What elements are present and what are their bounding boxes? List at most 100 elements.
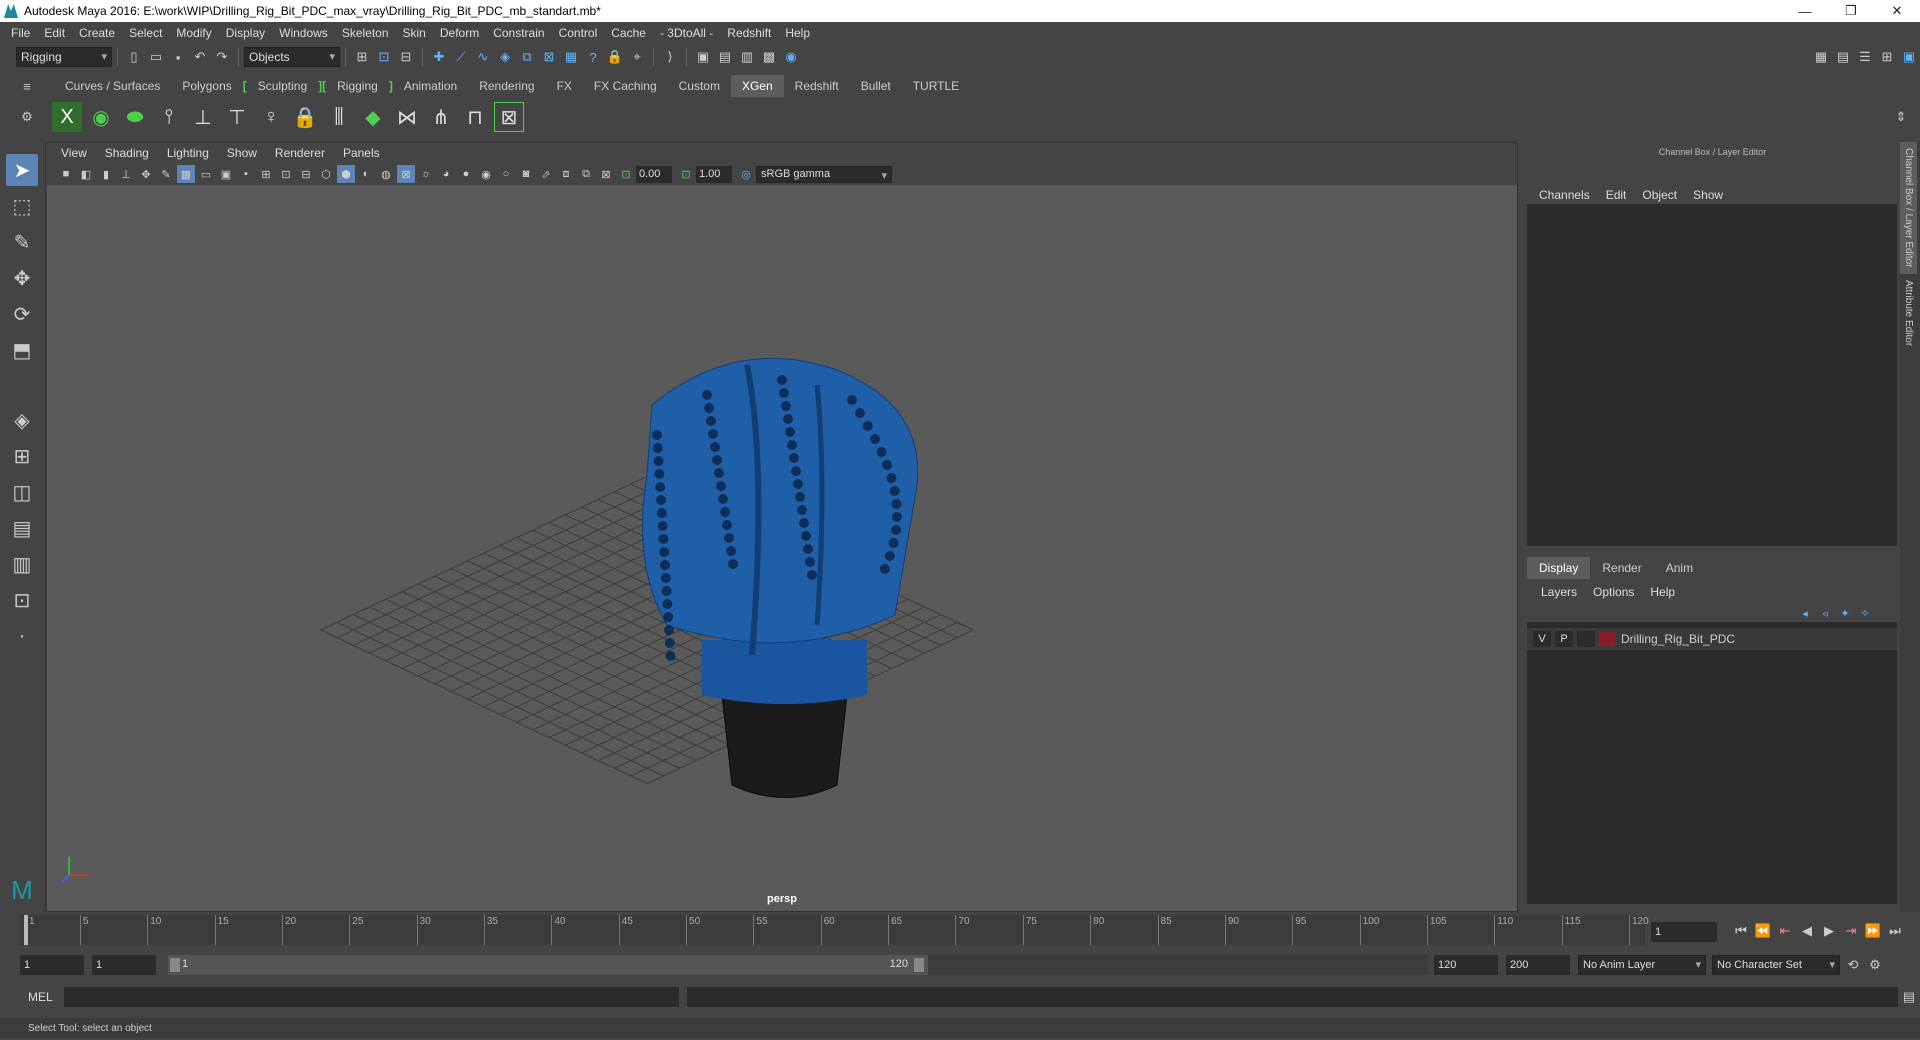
menu-deform[interactable]: Deform: [433, 26, 486, 40]
maximize-button[interactable]: ❐: [1828, 0, 1874, 22]
depth-of-field-icon[interactable]: ◙: [517, 165, 535, 183]
xray-components-icon[interactable]: ⊠: [597, 165, 615, 183]
tab-fx[interactable]: FX: [546, 75, 583, 97]
range-bar[interactable]: 1 120: [168, 955, 928, 975]
outliner-toggle-icon[interactable]: ▤: [1834, 48, 1852, 66]
step-forward-key-icon[interactable]: ⏩: [1864, 922, 1882, 940]
xgen-editor-icon[interactable]: X: [52, 102, 82, 132]
resolution-gate-icon[interactable]: ▣: [217, 165, 235, 183]
layer-playback-toggle[interactable]: P: [1555, 631, 1573, 647]
new-layer-selected-icon[interactable]: ✧: [1856, 604, 1874, 622]
hypershade-icon[interactable]: ◉: [782, 48, 800, 66]
xgen-preview-icon[interactable]: ◉: [86, 102, 116, 132]
snap-point-icon[interactable]: ∿: [474, 48, 492, 66]
menu-constrain[interactable]: Constrain: [486, 26, 551, 40]
viewport-menu-panels[interactable]: Panels: [334, 146, 389, 160]
attribute-editor-toggle-icon[interactable]: ☰: [1856, 48, 1874, 66]
play-forwards-icon[interactable]: ▶: [1820, 922, 1838, 940]
tab-curves-surfaces[interactable]: Curves / Surfaces: [54, 75, 171, 97]
menu-edit[interactable]: Edit: [37, 26, 72, 40]
tab-sculpting[interactable]: Sculpting: [247, 75, 318, 97]
select-by-object-icon[interactable]: ⊡: [375, 48, 393, 66]
save-scene-icon[interactable]: ▪: [169, 48, 187, 66]
command-language-label[interactable]: MEL: [0, 990, 64, 1004]
film-gate-icon[interactable]: ▭: [197, 165, 215, 183]
current-time-marker[interactable]: [24, 915, 28, 945]
shadows-icon[interactable]: ◕: [437, 165, 455, 183]
camera-attributes-icon[interactable]: ◧: [77, 165, 95, 183]
snap-curve-icon[interactable]: ⟋: [452, 48, 470, 66]
tab-animation[interactable]: Animation: [393, 75, 468, 97]
exposure-field[interactable]: 0.00: [636, 165, 672, 183]
scale-tool-icon[interactable]: ⬒: [6, 334, 38, 366]
xray-joints-icon[interactable]: ⧉: [577, 165, 595, 183]
range-end-handle[interactable]: [914, 958, 924, 972]
camera-select-icon[interactable]: ■: [57, 165, 75, 183]
lasso-tool-icon[interactable]: ⬚: [6, 190, 38, 222]
show-menu[interactable]: Show: [1685, 188, 1731, 202]
color-management-icon[interactable]: ◎: [737, 165, 755, 183]
screen-space-ao-icon[interactable]: ●: [457, 165, 475, 183]
layout-options-icon[interactable]: ·: [6, 620, 38, 652]
xgen-guide-tweak-icon[interactable]: ⫼: [324, 102, 354, 132]
side-tab-attribute-editor[interactable]: Attribute Editor: [1900, 274, 1917, 352]
menu-set-dropdown[interactable]: Rigging: [16, 47, 112, 67]
new-layer-icon[interactable]: ✦: [1836, 604, 1854, 622]
shelf-scroll-icon[interactable]: ⇕: [1892, 108, 1910, 126]
layer-name[interactable]: Drilling_Rig_Bit_PDC: [1621, 632, 1735, 646]
layer-visibility-toggle[interactable]: V: [1533, 631, 1551, 647]
gamma-icon[interactable]: ⊡: [677, 165, 695, 183]
history-icon[interactable]: ?: [584, 48, 602, 66]
four-view-layout-icon[interactable]: ⊞: [6, 440, 38, 472]
current-frame-field[interactable]: 1: [1651, 922, 1717, 942]
single-perspective-layout-icon[interactable]: ◈: [6, 404, 38, 436]
command-input[interactable]: [63, 987, 679, 1007]
drill-bit-model[interactable]: [642, 357, 919, 798]
wireframe-icon[interactable]: ⬡: [317, 165, 335, 183]
selection-mode-dropdown[interactable]: Objects: [244, 47, 340, 67]
exposure-icon[interactable]: ⊡: [617, 165, 635, 183]
layer-type-toggle[interactable]: [1577, 631, 1595, 647]
tab-rendering[interactable]: Rendering: [468, 75, 545, 97]
xray-icon[interactable]: ⧈: [557, 165, 575, 183]
render-settings-icon[interactable]: ▩: [760, 48, 778, 66]
close-button[interactable]: ✕: [1874, 0, 1920, 22]
bookmark-icon[interactable]: ▮: [97, 165, 115, 183]
ipr-render-icon[interactable]: ▥: [738, 48, 756, 66]
tab-turtle[interactable]: TURTLE: [902, 75, 970, 97]
xgen-comb-icon[interactable]: ⋔: [426, 102, 456, 132]
move-tool-icon[interactable]: ✥: [6, 262, 38, 294]
menu-3dtoall[interactable]: - 3DtoAll -: [653, 26, 720, 40]
play-backwards-icon[interactable]: ◀: [1798, 922, 1816, 940]
grease-pencil-icon[interactable]: ✎: [157, 165, 175, 183]
viewport-menu-show[interactable]: Show: [218, 146, 266, 160]
time-slider[interactable]: 1 5 10 15 20 25 30 35 40 45 50 55 60 65 70 75 80 85 90 95 10…: [20, 915, 1649, 945]
smooth-shade-icon[interactable]: ⬢: [337, 165, 355, 183]
input-output-icon[interactable]: ⟩: [661, 48, 679, 66]
construction-history-icon[interactable]: ⌖: [628, 48, 646, 66]
gate-mask-icon[interactable]: ▪: [237, 165, 255, 183]
use-all-lights-icon[interactable]: ☼: [417, 165, 435, 183]
default-material-icon[interactable]: ◐: [357, 165, 375, 183]
script-editor-icon[interactable]: ▤: [1900, 988, 1918, 1006]
render-frame-icon[interactable]: ▤: [716, 48, 734, 66]
object-menu[interactable]: Object: [1634, 188, 1685, 202]
range-start-handle[interactable]: [170, 958, 180, 972]
shelf-settings-icon[interactable]: ⚙: [18, 108, 36, 126]
two-d-pan-icon[interactable]: ✥: [137, 165, 155, 183]
menu-modify[interactable]: Modify: [169, 26, 218, 40]
viewport-menu-lighting[interactable]: Lighting: [158, 146, 218, 160]
character-set-dropdown[interactable]: No Character Set: [1712, 955, 1840, 975]
layer-color-swatch[interactable]: [1599, 632, 1615, 646]
grid-toggle-icon[interactable]: ▦: [177, 165, 195, 183]
snap-view-plane-icon[interactable]: ◈: [496, 48, 514, 66]
tool-settings-toggle-icon[interactable]: ⊞: [1878, 48, 1896, 66]
outliner-layout-icon[interactable]: ▤: [6, 512, 38, 544]
playback-end-field[interactable]: 120: [1434, 955, 1498, 975]
menu-skeleton[interactable]: Skeleton: [335, 26, 396, 40]
menu-redshift[interactable]: Redshift: [720, 26, 778, 40]
new-scene-icon[interactable]: ▯: [125, 48, 143, 66]
anim-layer-dropdown[interactable]: No Anim Layer: [1578, 955, 1706, 975]
select-tool-icon[interactable]: ➤: [6, 154, 38, 186]
side-tab-channel-box[interactable]: Channel Box / Layer Editor: [1900, 142, 1917, 274]
